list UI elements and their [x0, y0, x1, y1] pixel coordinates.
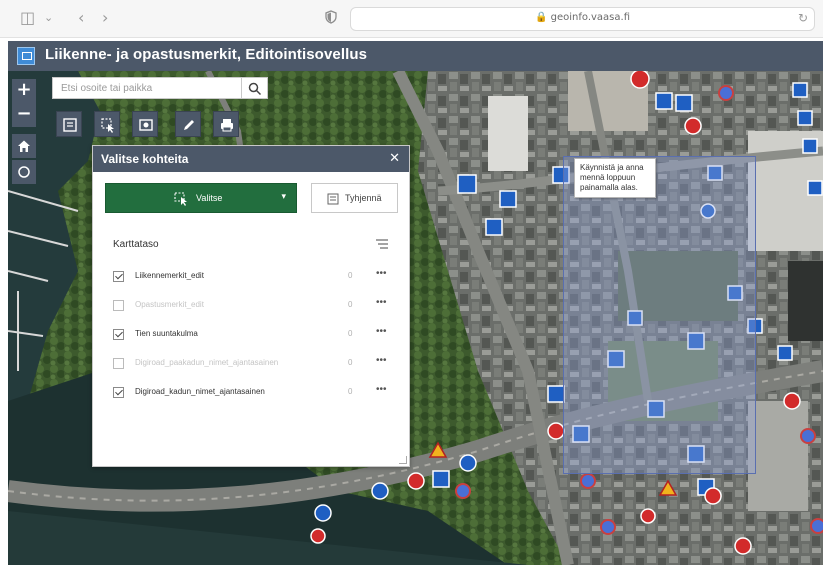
- layer-count: 0: [348, 358, 353, 367]
- more-options-icon[interactable]: •••: [376, 355, 387, 366]
- layer-name: Tien suuntakulma: [135, 329, 198, 338]
- capture-icon: [139, 119, 153, 131]
- more-options-icon[interactable]: •••: [376, 268, 387, 279]
- layer-checkbox[interactable]: [113, 387, 124, 398]
- more-options-icon[interactable]: •••: [376, 297, 387, 308]
- edit-layer-button[interactable]: [56, 111, 82, 137]
- privacy-shield-icon[interactable]: [325, 10, 337, 24]
- back-icon[interactable]: ‹: [78, 8, 84, 28]
- address-bar[interactable]: 🔒 geoinfo.vaasa.fi ↻: [350, 7, 815, 31]
- pencil-icon: [184, 120, 194, 130]
- app-title: Liikenne- ja opastusmerkit, Editointisov…: [45, 46, 368, 63]
- layer-row-liikennemerkit[interactable]: Liikennemerkit_edit 0 •••: [113, 268, 403, 284]
- layer-heading: Karttataso: [113, 239, 159, 250]
- more-options-icon[interactable]: •••: [376, 326, 387, 337]
- search-input[interactable]: Etsi osoite tai paikka: [52, 77, 242, 99]
- locate-button[interactable]: [12, 160, 36, 184]
- selection-rectangle[interactable]: [563, 156, 756, 474]
- chevron-down-icon[interactable]: ▾: [281, 192, 286, 202]
- layer-row-digiroad-paakadun[interactable]: Digiroad_paakadun_nimet_ajantasainen 0 •…: [113, 355, 403, 371]
- search-button[interactable]: [242, 77, 268, 99]
- clear-button[interactable]: Tyhjennä: [311, 183, 398, 213]
- layer-count: 0: [348, 300, 353, 309]
- layer-name: Opastusmerkit_edit: [135, 300, 204, 309]
- app-logo-icon: [17, 47, 35, 65]
- browser-toolbar: ◫ ⌄ ‹ › 🔒 geoinfo.vaasa.fi ↻: [0, 0, 823, 38]
- draw-tooltip: Käynnistä ja anna mennä loppuun painamal…: [574, 158, 656, 198]
- select-features-panel: Valitse kohteita ✕ Valitse ▾ Tyhjennä Ka…: [92, 145, 410, 467]
- select-features-icon: [174, 192, 187, 206]
- layer-checkbox[interactable]: [113, 329, 124, 340]
- zoom-out-button[interactable]: −: [12, 103, 36, 127]
- resize-handle[interactable]: [399, 456, 407, 464]
- layer-count: 0: [348, 329, 353, 338]
- select-button-label: Valitse: [196, 193, 223, 203]
- layer-checkbox[interactable]: [113, 271, 124, 282]
- edit-form-icon: [63, 118, 77, 132]
- panel-header: Valitse kohteita ✕: [93, 146, 409, 172]
- layer-row-tien-suuntakulma[interactable]: Tien suuntakulma 0 •••: [113, 326, 403, 342]
- sidebar-toggle-icon[interactable]: ◫: [20, 8, 35, 28]
- reload-icon[interactable]: ↻: [798, 11, 808, 25]
- close-icon[interactable]: ✕: [389, 151, 400, 166]
- search-icon: [248, 82, 262, 96]
- draw-tool-button[interactable]: [175, 111, 201, 137]
- home-button[interactable]: [12, 134, 36, 158]
- app-header: Liikenne- ja opastusmerkit, Editointisov…: [8, 41, 823, 71]
- more-options-icon[interactable]: •••: [376, 384, 387, 395]
- layer-row-opastusmerkit[interactable]: Opastusmerkit_edit 0 •••: [113, 297, 403, 313]
- screenshot-tool-button[interactable]: [132, 111, 158, 137]
- layer-row-digiroad-kadun[interactable]: Digiroad_kadun_nimet_ajantasainen 0 •••: [113, 384, 403, 400]
- printer-icon: [221, 119, 233, 132]
- layer-checkbox[interactable]: [113, 358, 124, 369]
- pointer-select-icon: [101, 118, 114, 133]
- layer-checkbox[interactable]: [113, 300, 124, 311]
- layer-name: Digiroad_paakadun_nimet_ajantasainen: [135, 358, 279, 367]
- clear-selection-icon: [327, 193, 339, 205]
- zoom-in-button[interactable]: +: [12, 79, 36, 103]
- layer-count: 0: [348, 387, 353, 396]
- home-icon: [18, 140, 30, 152]
- app-window: ◫ ⌄ ‹ › 🔒 geoinfo.vaasa.fi ↻ Liikenne- j…: [0, 0, 823, 565]
- forward-icon[interactable]: ›: [102, 8, 108, 28]
- clear-button-label: Tyhjennä: [345, 193, 382, 203]
- select-button[interactable]: Valitse ▾: [105, 183, 297, 213]
- layer-count: 0: [348, 271, 353, 280]
- layer-options-icon[interactable]: [375, 238, 389, 250]
- select-tool-button[interactable]: [94, 111, 120, 137]
- panel-title: Valitse kohteita: [101, 152, 189, 166]
- chevron-down-icon[interactable]: ⌄: [44, 8, 53, 28]
- layer-name: Liikennemerkit_edit: [135, 271, 204, 280]
- locate-icon: [18, 166, 30, 178]
- print-button[interactable]: [213, 111, 239, 137]
- layer-name: Digiroad_kadun_nimet_ajantasainen: [135, 387, 265, 396]
- url-text: 🔒 geoinfo.vaasa.fi: [534, 12, 630, 23]
